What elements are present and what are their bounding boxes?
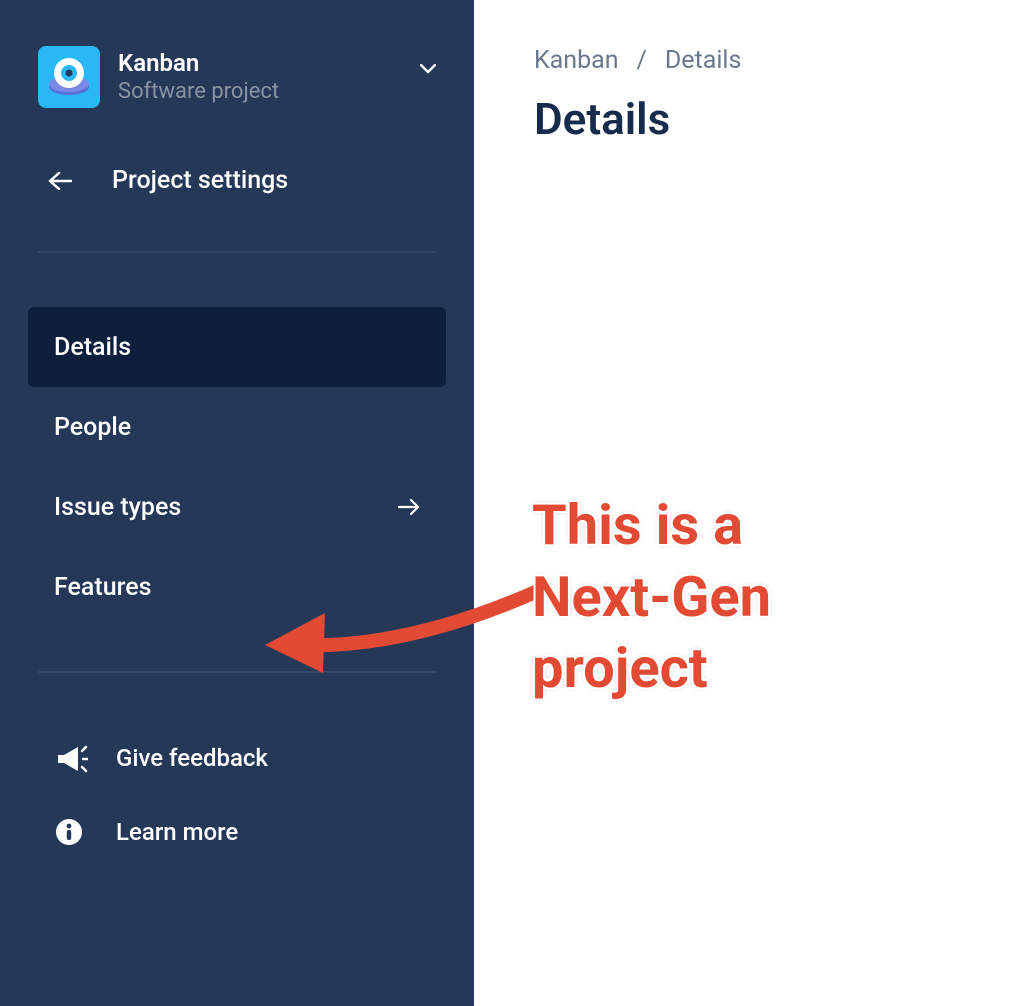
breadcrumb-current: Details [665, 46, 742, 75]
project-title-block: Kanban Software project [118, 50, 412, 103]
info-icon [54, 817, 94, 847]
back-label: Project settings [112, 166, 288, 195]
nav-label: Details [54, 333, 131, 362]
megaphone-icon [54, 743, 94, 773]
project-switcher[interactable]: Kanban Software project [28, 46, 446, 108]
project-name: Kanban [118, 50, 412, 76]
divider [38, 671, 436, 673]
breadcrumb-separator: / [637, 46, 647, 75]
give-feedback-link[interactable]: Give feedback [28, 721, 446, 795]
nav-item-issue-types[interactable]: Issue types [28, 467, 446, 547]
project-type: Software project [118, 79, 412, 104]
main-content: Kanban / Details Details [474, 0, 1026, 1006]
learn-label: Learn more [116, 818, 238, 846]
breadcrumb: Kanban / Details [534, 46, 1026, 75]
nav-item-people[interactable]: People [28, 387, 446, 467]
nav-item-features[interactable]: Features [28, 547, 446, 627]
back-to-project[interactable]: Project settings [28, 166, 446, 195]
nav-label: Features [54, 573, 151, 602]
nav-label: People [54, 413, 131, 442]
settings-nav: Details People Issue types Features [28, 307, 446, 627]
divider [38, 251, 436, 253]
feedback-label: Give feedback [116, 744, 268, 772]
nav-label: Issue types [54, 493, 181, 522]
page-title: Details [534, 93, 1026, 145]
arrow-right-icon [398, 493, 420, 522]
sidebar-bottom-links: Give feedback Learn more [28, 721, 446, 869]
sidebar: Kanban Software project Project settings… [0, 0, 474, 1006]
arrow-left-icon [46, 172, 74, 190]
project-avatar-icon [38, 46, 100, 108]
chevron-down-icon [420, 58, 436, 79]
learn-more-link[interactable]: Learn more [28, 795, 446, 869]
nav-item-details[interactable]: Details [28, 307, 446, 387]
breadcrumb-root[interactable]: Kanban [534, 46, 619, 75]
